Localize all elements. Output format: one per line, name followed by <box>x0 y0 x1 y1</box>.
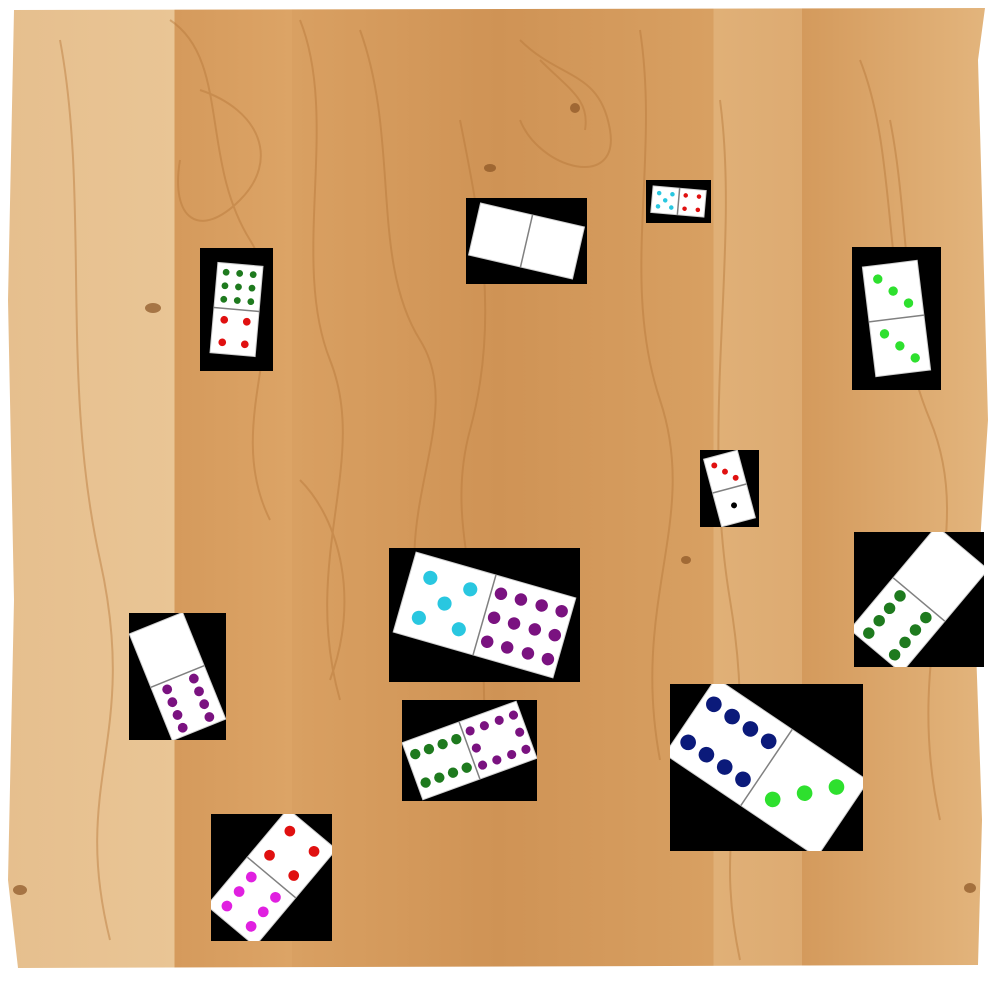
domino-tile[interactable] <box>700 450 759 527</box>
domino-graphic <box>129 613 226 740</box>
domino-tile[interactable] <box>646 180 711 223</box>
domino-graphic <box>861 259 932 378</box>
domino-tile[interactable] <box>129 613 226 740</box>
domino-tile[interactable] <box>211 814 332 941</box>
domino-graphic <box>209 261 264 358</box>
domino-tile[interactable] <box>200 248 273 371</box>
domino-graphic <box>211 814 332 941</box>
domino-tile[interactable] <box>852 247 941 390</box>
domino-graphic <box>702 450 757 527</box>
domino-graphic <box>392 551 577 679</box>
domino-tile[interactable] <box>389 548 580 682</box>
domino-graphic <box>402 700 537 801</box>
domino-graphic <box>650 185 707 218</box>
game-board <box>0 0 997 978</box>
domino-graphic <box>467 202 586 280</box>
domino-graphic <box>670 684 863 851</box>
domino-tile[interactable] <box>854 532 984 667</box>
domino-tile[interactable] <box>402 700 537 801</box>
domino-tile[interactable] <box>466 198 587 284</box>
domino-tile[interactable] <box>670 684 863 851</box>
domino-graphic <box>854 532 984 667</box>
